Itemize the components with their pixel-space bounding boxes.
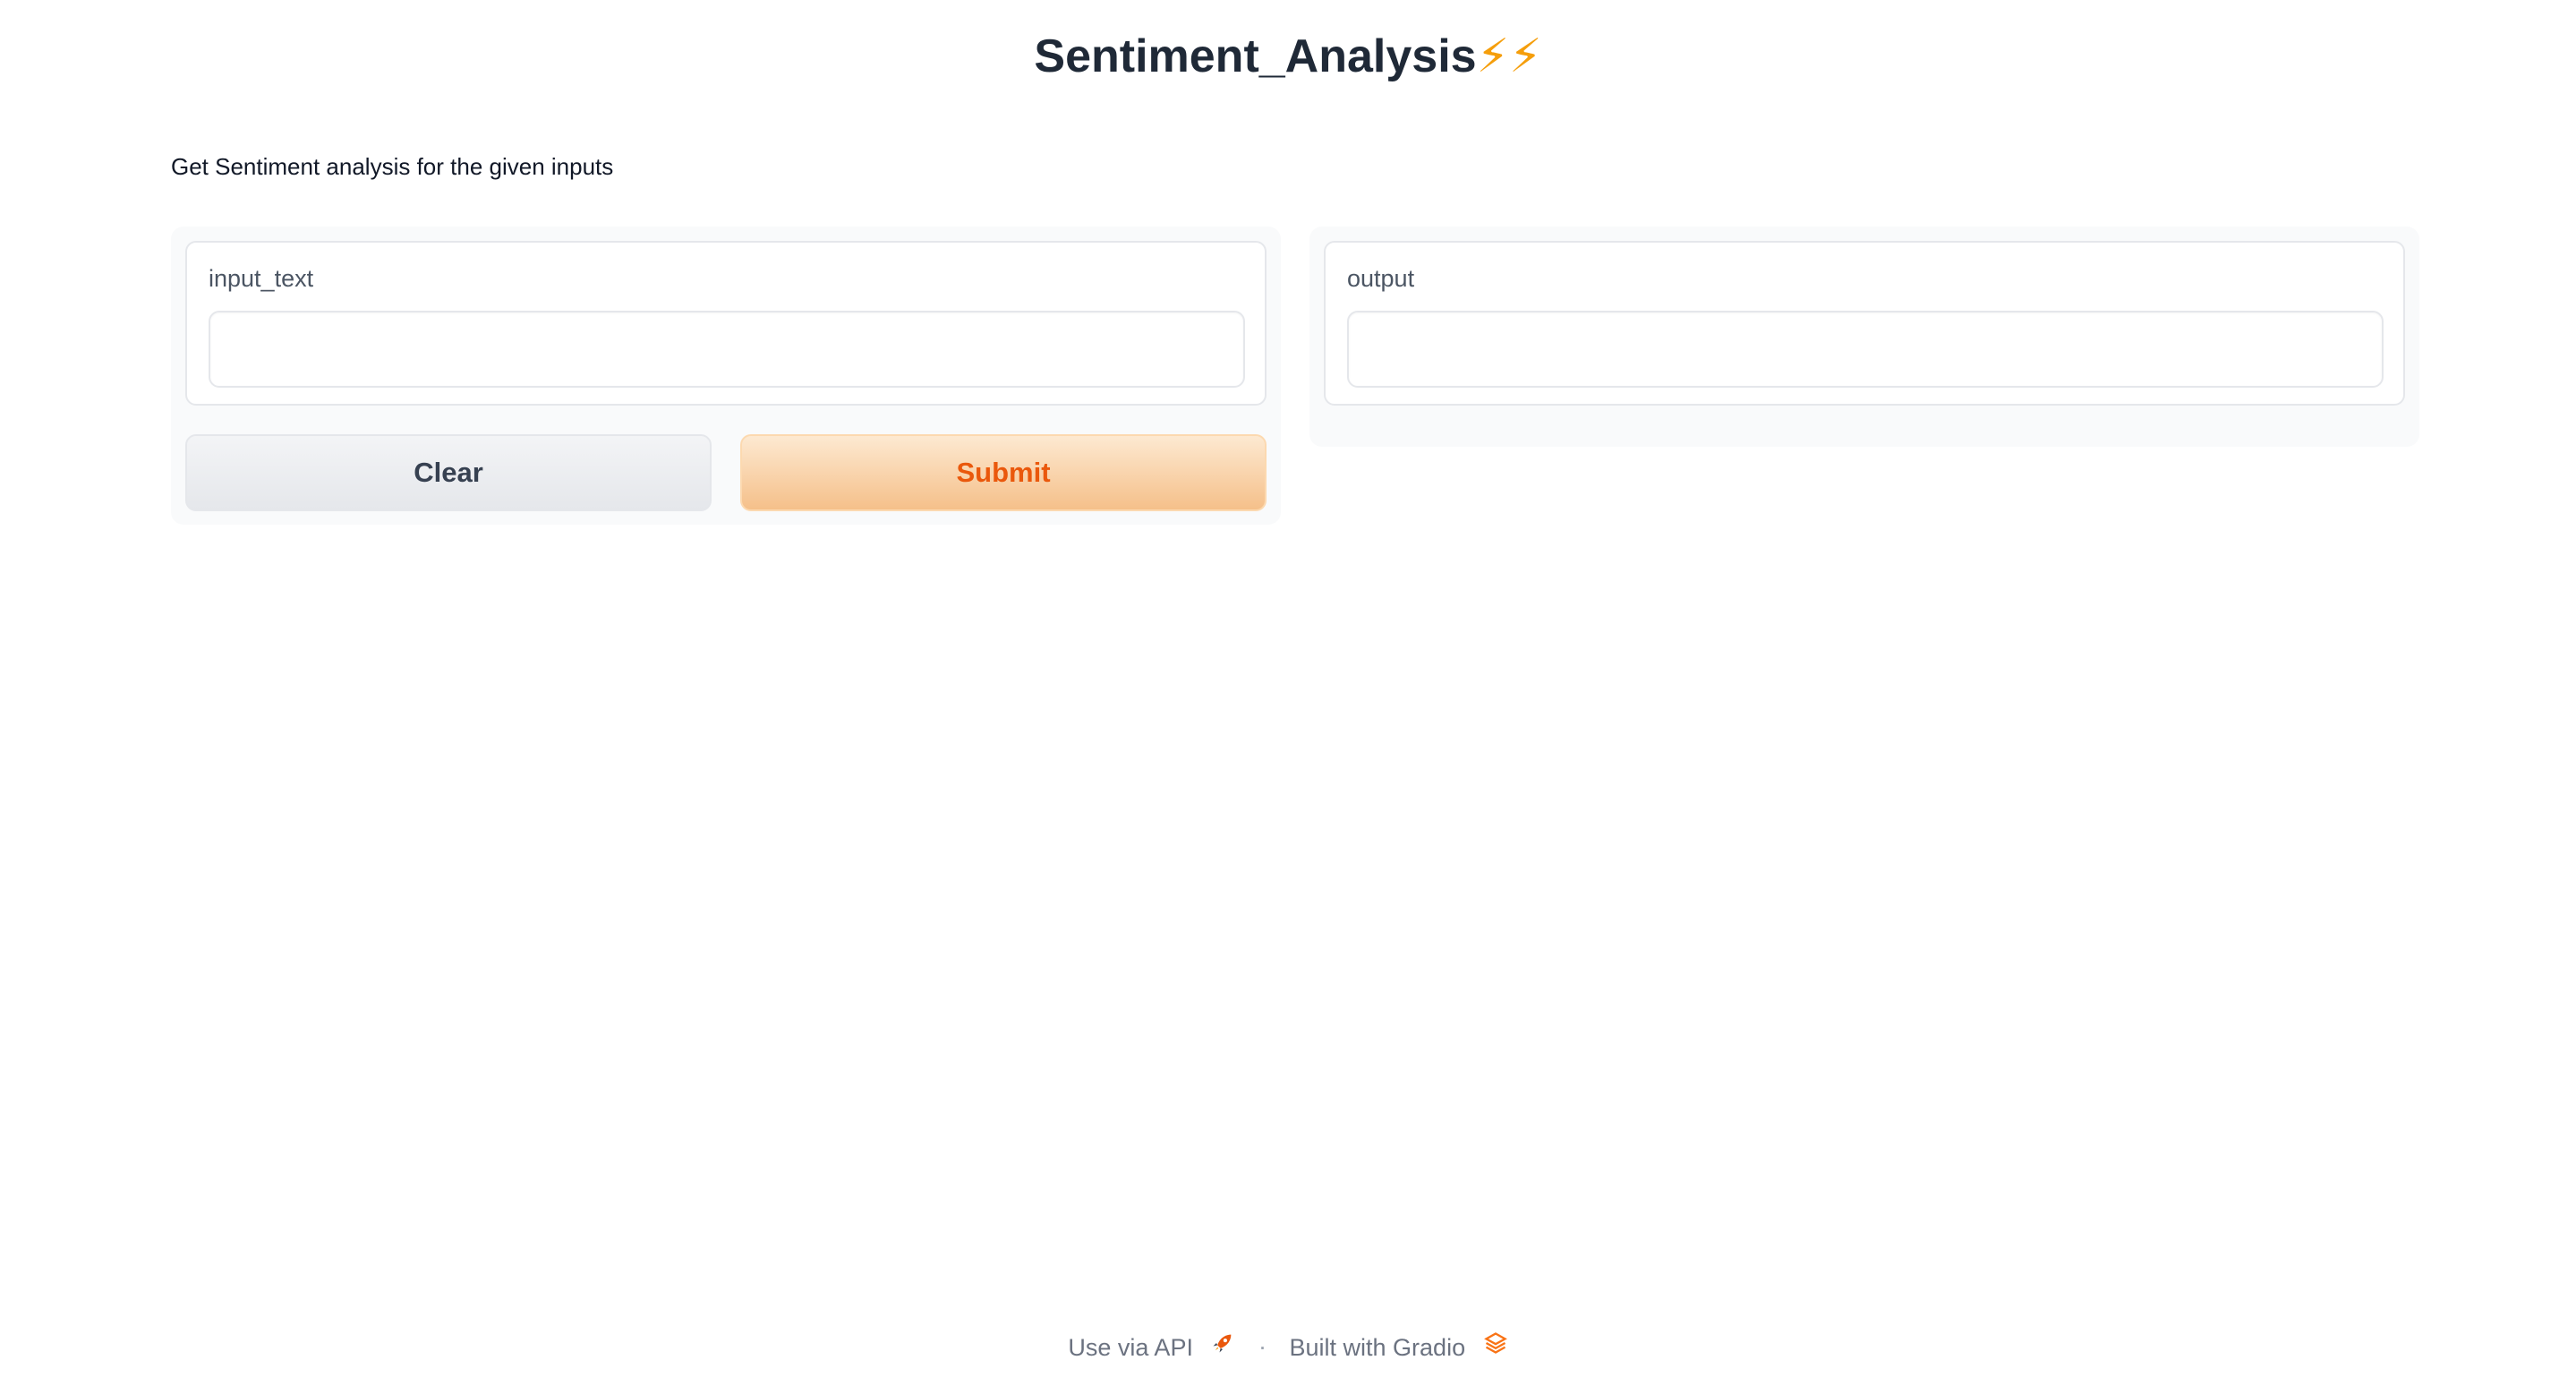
page-title: Sentiment_Analysis⚡⚡ — [0, 25, 2576, 88]
gradio-logo-icon — [1483, 1330, 1508, 1364]
output-panel: output — [1309, 227, 2419, 447]
rocket-icon — [1210, 1330, 1235, 1364]
use-via-api-label: Use via API — [1068, 1333, 1193, 1361]
input-text-field[interactable] — [209, 311, 1245, 388]
built-with-gradio-link[interactable]: Built with Gradio — [1289, 1332, 1508, 1361]
input-text-label: input_text — [209, 265, 314, 292]
footer-separator: · — [1258, 1332, 1267, 1360]
clear-button[interactable]: Clear — [185, 434, 712, 511]
input-text-block: input_text — [185, 241, 1267, 406]
submit-button[interactable]: Submit — [740, 434, 1267, 511]
use-via-api-link[interactable]: Use via API — [1068, 1332, 1242, 1361]
app-description: Get Sentiment analysis for the given inp… — [171, 153, 614, 180]
input-panel: input_text Clear Submit — [171, 227, 1281, 525]
output-label: output — [1347, 265, 1415, 292]
footer: Use via API · Built with Gradio — [0, 1329, 2576, 1364]
gradio-app: Sentiment_Analysis⚡⚡ Get Sentiment analy… — [0, 0, 2576, 1386]
title-text: Sentiment_Analysis — [1034, 30, 1477, 82]
built-with-gradio-label: Built with Gradio — [1289, 1333, 1466, 1361]
output-field[interactable] — [1347, 311, 2384, 388]
output-block: output — [1324, 241, 2405, 406]
lightning-icon: ⚡⚡ — [1476, 30, 1542, 82]
